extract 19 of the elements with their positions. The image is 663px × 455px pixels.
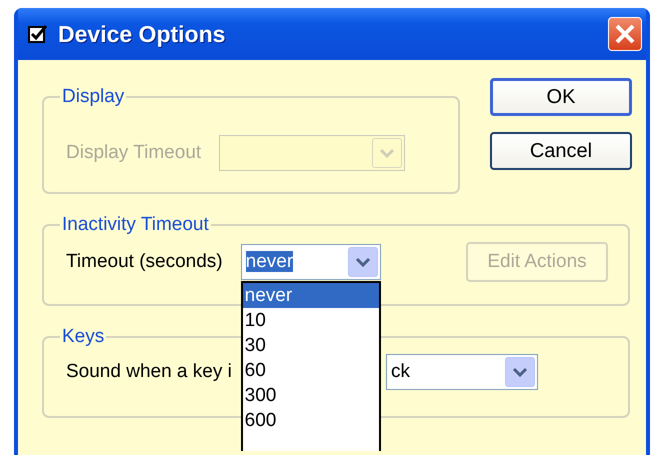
chevron-down-icon: [512, 366, 528, 378]
checkbox-icon: [28, 24, 48, 44]
dialog-button[interactable]: OK: [490, 78, 632, 116]
group-title: Inactivity Timeout: [61, 214, 210, 236]
chevron-down-icon: [379, 147, 396, 159]
field-label: Timeout (seconds): [66, 251, 223, 273]
window-title: Device Options: [58, 20, 226, 48]
dropdown-value: ck: [390, 361, 411, 383]
list-option[interactable]: never: [242, 283, 379, 308]
field-label: Sound when a key i: [66, 361, 232, 383]
group-title: Display: [61, 86, 126, 108]
chevron-down-icon: [354, 256, 371, 268]
field-label: Display Timeout: [66, 142, 202, 164]
close-icon: [614, 23, 636, 45]
group-title: Keys: [61, 326, 106, 348]
dialog-button[interactable]: Cancel: [490, 132, 632, 170]
dropdown[interactable]: ck: [386, 354, 538, 390]
selected-value: never: [246, 251, 294, 272]
close-button[interactable]: [608, 17, 642, 51]
